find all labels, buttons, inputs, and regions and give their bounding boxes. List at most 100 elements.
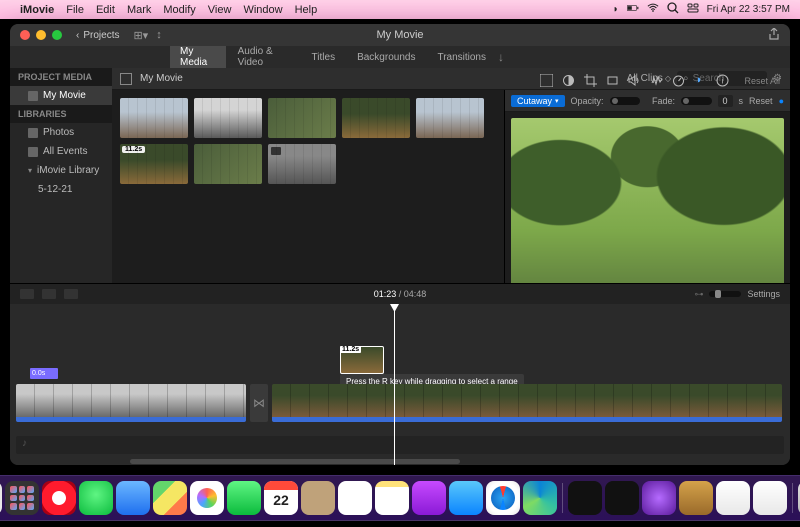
volume-icon[interactable] bbox=[628, 74, 641, 87]
dock-activity[interactable] bbox=[568, 481, 602, 515]
clip-thumb[interactable] bbox=[194, 144, 262, 184]
overlay-controls: Cutaway▾ Opacity: Fade: 0 s Reset ● bbox=[505, 90, 790, 112]
fade-slider[interactable] bbox=[681, 97, 711, 105]
h-scrollbar[interactable] bbox=[130, 459, 460, 464]
search-icon[interactable] bbox=[667, 2, 679, 17]
sidebar-event-date[interactable]: 5-12-21 bbox=[10, 180, 112, 199]
dock-facetime[interactable] bbox=[227, 481, 261, 515]
menubar: iMovie File Edit Mark Modify View Window… bbox=[0, 0, 800, 19]
menu-window[interactable]: Window bbox=[243, 4, 282, 16]
zoom-slider[interactable] bbox=[709, 291, 741, 297]
dock-mail[interactable] bbox=[116, 481, 150, 515]
maximize-button[interactable] bbox=[52, 30, 62, 40]
dock-maps[interactable] bbox=[153, 481, 187, 515]
fade-value[interactable]: 0 bbox=[718, 95, 733, 107]
dock-opera[interactable] bbox=[42, 481, 76, 515]
menu-view[interactable]: View bbox=[208, 4, 232, 16]
timeline-settings[interactable]: Settings bbox=[747, 289, 780, 299]
snap-icon[interactable]: ⊶ bbox=[694, 289, 703, 300]
battery-icon[interactable] bbox=[627, 2, 639, 17]
overlay-mode-select[interactable]: Cutaway▾ bbox=[511, 95, 565, 107]
clip-thumb[interactable] bbox=[268, 144, 336, 184]
pip-clip[interactable]: 11.2s bbox=[340, 346, 384, 374]
dock-app[interactable] bbox=[753, 481, 787, 515]
color-correction-icon[interactable] bbox=[562, 74, 575, 87]
apply-check[interactable]: ● bbox=[779, 96, 784, 106]
dock-contacts[interactable] bbox=[301, 481, 335, 515]
dock-appstore[interactable] bbox=[449, 481, 483, 515]
stabilize-icon[interactable] bbox=[606, 74, 619, 87]
info-icon[interactable]: i bbox=[716, 74, 729, 87]
clip-thumb[interactable]: 11.2s bbox=[120, 144, 188, 184]
timeline[interactable]: 0.0s 11.2s Press the R key while draggin… bbox=[10, 304, 790, 465]
imovie-window: ‹ Projects ⊞▾ ↕ My Movie My Media Audio … bbox=[10, 24, 790, 465]
dock-safari[interactable] bbox=[486, 481, 520, 515]
tab-backgrounds[interactable]: Backgrounds bbox=[347, 49, 425, 66]
sidebar-library[interactable]: ▾iMovie Library bbox=[10, 161, 112, 180]
menu-edit[interactable]: Edit bbox=[96, 4, 115, 16]
dnd-icon[interactable]: ◗ bbox=[613, 4, 619, 15]
opacity-label: Opacity: bbox=[571, 96, 604, 106]
dock-launchpad[interactable] bbox=[5, 481, 39, 515]
view-toggle-2[interactable]: ↕ bbox=[156, 29, 162, 42]
menu-modify[interactable]: Modify bbox=[163, 4, 195, 16]
minimize-button[interactable] bbox=[36, 30, 46, 40]
menu-file[interactable]: File bbox=[66, 4, 84, 16]
tab-my-media[interactable]: My Media bbox=[170, 43, 226, 71]
clip-thumb[interactable] bbox=[268, 98, 336, 138]
timeline-clip[interactable] bbox=[272, 384, 782, 422]
color-balance-icon[interactable] bbox=[540, 74, 553, 87]
speed-icon[interactable] bbox=[672, 74, 685, 87]
app-name[interactable]: iMovie bbox=[20, 4, 54, 16]
dock-reminders[interactable] bbox=[338, 481, 372, 515]
overlay-reset[interactable]: Reset bbox=[749, 96, 773, 106]
control-center-icon[interactable] bbox=[687, 2, 699, 17]
share-button[interactable] bbox=[768, 28, 780, 43]
audio-lane[interactable] bbox=[16, 436, 784, 454]
clip-thumb[interactable] bbox=[342, 98, 410, 138]
fade-label: Fade: bbox=[652, 96, 675, 106]
menu-help[interactable]: Help bbox=[295, 4, 318, 16]
dock-messages[interactable] bbox=[79, 481, 113, 515]
overlay-icon[interactable]: ◑ bbox=[694, 74, 707, 87]
photos-icon bbox=[28, 128, 38, 138]
clip-thumb[interactable] bbox=[194, 98, 262, 138]
clip-thumb[interactable] bbox=[416, 98, 484, 138]
crop-icon[interactable] bbox=[584, 74, 597, 87]
opacity-slider[interactable] bbox=[610, 97, 640, 105]
events-icon bbox=[28, 147, 38, 157]
dock-calendar[interactable]: 22 bbox=[264, 481, 298, 515]
playhead[interactable] bbox=[394, 304, 395, 465]
transition[interactable]: ⋈ bbox=[250, 384, 268, 422]
dock-imovie[interactable] bbox=[642, 481, 676, 515]
dock-app[interactable] bbox=[716, 481, 750, 515]
clock[interactable]: Fri Apr 22 3:57 PM bbox=[707, 4, 790, 15]
svg-text:i: i bbox=[722, 77, 724, 86]
import-button[interactable]: ↓ bbox=[498, 50, 504, 64]
dock-edge[interactable] bbox=[523, 481, 557, 515]
dock-stocks[interactable] bbox=[605, 481, 639, 515]
sidebar-all-events[interactable]: All Events bbox=[10, 142, 112, 161]
sidebar-photos[interactable]: Photos bbox=[10, 123, 112, 142]
clip-thumb[interactable] bbox=[120, 98, 188, 138]
timeline-view-modes[interactable] bbox=[20, 289, 78, 299]
sidebar-project[interactable]: My Movie bbox=[10, 86, 112, 105]
menu-mark[interactable]: Mark bbox=[127, 4, 151, 16]
wifi-icon[interactable] bbox=[647, 2, 659, 17]
tab-audio-video[interactable]: Audio & Video bbox=[228, 43, 300, 71]
timeline-clip[interactable] bbox=[16, 384, 246, 422]
chapter-marker[interactable]: 0.0s bbox=[30, 368, 58, 379]
noise-icon[interactable] bbox=[650, 74, 663, 87]
dock-photos[interactable] bbox=[190, 481, 224, 515]
reset-all[interactable]: Reset All bbox=[744, 76, 780, 86]
tab-titles[interactable]: Titles bbox=[302, 49, 346, 66]
dock-notes[interactable] bbox=[375, 481, 409, 515]
list-view-toggle[interactable] bbox=[120, 73, 132, 85]
view-toggle-1[interactable]: ⊞▾ bbox=[133, 29, 148, 42]
dock-garageband[interactable] bbox=[679, 481, 713, 515]
close-button[interactable] bbox=[20, 30, 30, 40]
tab-transitions[interactable]: Transitions bbox=[427, 49, 496, 66]
dock-podcasts[interactable] bbox=[412, 481, 446, 515]
dock-finder[interactable] bbox=[0, 481, 2, 515]
back-projects[interactable]: ‹ Projects bbox=[76, 30, 119, 41]
